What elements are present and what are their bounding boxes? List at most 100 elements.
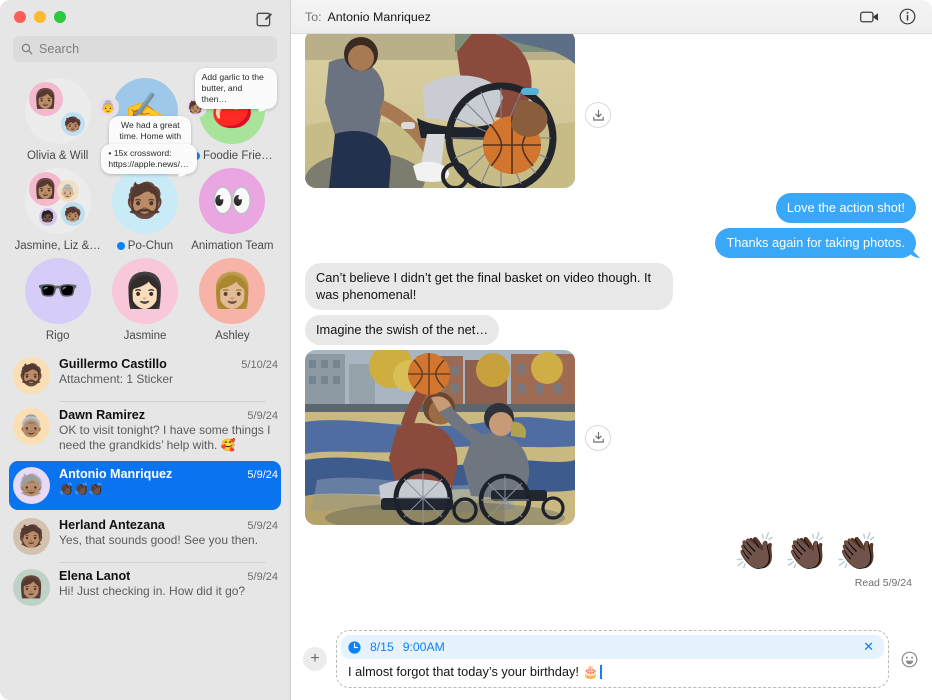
pinned-conversation-label: Olivia & Will [26, 150, 89, 162]
wheelchair-basketball-shot-photo[interactable] [305, 350, 575, 526]
unread-indicator [116, 242, 125, 250]
pinned-conversation-4[interactable]: 👩🏽 🧒🏽 👵🏼 🧑🏿 Jasmine, Liz &… [14, 168, 101, 252]
message-row-outgoing-1: Love the action shot! [305, 193, 916, 224]
search-placeholder: Search [39, 42, 80, 56]
message-input-shell[interactable]: 8/15 9:00AM ✕ I almost forgot that today… [336, 630, 889, 688]
pinned-conversation-6[interactable]: 👀 Animation Team [189, 168, 276, 252]
pinned-conversation-label: Jasmine [123, 330, 167, 342]
search-icon [21, 43, 33, 55]
clap-sticker[interactable]: 👏🏿 [734, 534, 779, 570]
message-row-outgoing-2: Thanks again for taking photos. [305, 228, 916, 259]
avatar: 👩🏽 [13, 569, 50, 607]
clap-sticker[interactable]: 👏🏿 [835, 534, 880, 570]
pinned-conversation-label: Animation Team [191, 240, 274, 252]
conversation-list-item[interactable]: 🧔🏽 Guillermo Castillo 5/10/24 Attachment: 1… [0, 350, 290, 401]
conversation-preview: Yes, that sounds good! See you then. [59, 533, 259, 548]
pinned-conversation-label: Ashley [215, 330, 250, 342]
conversation-pane: To: Antonio Manriquez Love the action sh… [291, 0, 932, 700]
conversation-header: To: Antonio Manriquez [291, 0, 932, 34]
conversation-preview: Attachment: 1 Sticker [59, 372, 174, 386]
pinned-conversation-label: Foodie Frie… [191, 150, 273, 162]
recipient-name[interactable]: Antonio Manriquez [328, 10, 431, 24]
conversation-date: 5/9/24 [247, 410, 278, 422]
download-icon[interactable] [585, 424, 611, 451]
pinned-conversation-label: Rigo [45, 330, 70, 342]
text-caret [600, 665, 603, 679]
video-camera-icon[interactable] [858, 6, 880, 28]
message-preview-tooltip: • 15x crossword: https://apple.news/… [101, 144, 198, 174]
close-button[interactable] [14, 11, 26, 23]
avatar: 👵🏽 [13, 408, 50, 445]
zoom-button[interactable] [54, 11, 66, 23]
conversation-date: 5/9/24 [247, 469, 278, 482]
compose-icon[interactable] [254, 8, 274, 28]
window-title-bar [0, 0, 290, 34]
read-receipt: Read 5/9/24 [854, 577, 912, 590]
search-input[interactable]: Search [13, 36, 277, 62]
message-composer: + 8/15 9:00AM ✕ I almost forgot that tod… [291, 622, 932, 700]
message-bubble[interactable]: Love the action shot! [775, 193, 916, 224]
suggestion-date: 8/15 [370, 640, 394, 654]
sidebar: Search 👩🏽 🧒🏽 Olivia & Will ✍️ 👵 We had a grea… [0, 0, 291, 700]
message-row-photo-2 [305, 350, 916, 526]
avatar: 🧔🏽 [13, 357, 50, 394]
suggestion-time: 9:00AM [402, 640, 445, 654]
conversation-date: 5/9/24 [247, 571, 278, 584]
message-input-text: I almost forgot that today’s your birthd… [348, 664, 599, 679]
message-row-incoming-1: Can’t believe I didn’t get the final bas… [305, 263, 916, 311]
pinned-conversation-label: Po-Chun [116, 240, 173, 252]
conversation-list-item[interactable]: 👵🏽 Dawn Ramirez 5/9/24 OK to visit tonight?… [0, 400, 290, 460]
smiley-icon[interactable] [898, 648, 920, 670]
avatar: 🧓🏽 [13, 467, 50, 505]
avatar: 👩🏻 [111, 258, 178, 324]
pinned-conversations: 👩🏽 🧒🏽 Olivia & Will ✍️ 👵 We had a great time.… [0, 68, 290, 346]
message-bubble[interactable]: Can’t believe I didn’t get the final bas… [305, 263, 673, 311]
wheelchair-basketball-dribble-photo[interactable] [305, 34, 575, 188]
conversation-name: Guillermo Castillo [59, 357, 167, 371]
avatar: 🕶️ [24, 258, 91, 324]
info-icon[interactable] [896, 6, 918, 28]
pinned-conversation-label: Jasmine, Liz &… [14, 240, 101, 252]
pinned-conversation-8[interactable]: 👩🏻 Jasmine [101, 258, 188, 342]
conversation-name: Elena Lanot [59, 569, 131, 584]
message-input[interactable]: I almost forgot that today’s your birthd… [341, 660, 884, 683]
clap-sticker[interactable]: 👏🏿 [784, 534, 829, 570]
conversation-preview: Hi! Just checking in. How did it go? [59, 584, 246, 599]
avatar: 👩🏽 🧒🏽 👵🏼 🧑🏿 [24, 168, 91, 234]
message-row-photo-1 [305, 34, 916, 188]
conversation-list-item[interactable]: 🧑🏽 Herland Antezana 5/9/24 Yes, that sounds… [0, 511, 290, 562]
avatar: 👩🏼 [199, 258, 266, 324]
conversation-name: Herland Antezana [59, 518, 165, 533]
messages-window: Search 👩🏽 🧒🏽 Olivia & Will ✍️ 👵 We had a grea… [0, 0, 932, 700]
dismiss-suggestion-button[interactable]: ✕ [863, 639, 876, 655]
conversation-date: 5/9/24 [247, 520, 278, 533]
minimize-button[interactable] [34, 11, 46, 23]
pinned-conversation-5[interactable]: 🧔🏽 • 15x crossword: https://apple.news/… P… [101, 144, 198, 252]
conversation-preview: OK to visit tonight? I have some things … [59, 423, 271, 453]
pinned-conversation-1[interactable]: 👩🏽 🧒🏽 Olivia & Will [14, 78, 101, 162]
message-row-incoming-2: Imagine the swish of the net… [305, 315, 916, 346]
avatar: 🧔🏽 [111, 168, 178, 234]
to-label: To: [305, 9, 322, 24]
avatar: 👀 [199, 168, 266, 234]
message-bubble[interactable]: Imagine the swish of the net… [305, 315, 500, 346]
conversation-name: Dawn Ramirez [59, 408, 146, 422]
clock-icon [348, 640, 361, 654]
message-preview-tooltip: Add garlic to the butter, and then… [194, 68, 277, 109]
avatar: 🧑🏽 [13, 518, 50, 556]
download-icon[interactable] [585, 102, 611, 128]
search-container: Search [0, 34, 290, 72]
avatar: 👩🏽 🧒🏽 [24, 78, 91, 144]
conversation-date: 5/10/24 [241, 359, 278, 371]
message-bubble[interactable]: Thanks again for taking photos. [715, 228, 916, 259]
conversation-list-item[interactable]: 🧓🏽 Antonio Manriquez 5/9/24 👏🏿👏🏿👏🏿 [0, 460, 290, 511]
pinned-conversation-7[interactable]: 🕶️ Rigo [14, 258, 101, 342]
pinned-conversation-3[interactable]: 🍅 🧑🏽 Add garlic to the butter, and then… Fo… [184, 68, 277, 162]
message-thread: Love the action shot! Thanks again for t… [291, 34, 932, 622]
datetime-suggestion[interactable]: 8/15 9:00AM ✕ [341, 635, 884, 659]
conversation-preview: 👏🏿👏🏿👏🏿 [59, 482, 104, 497]
conversation-list-item[interactable]: 👩🏽 Elena Lanot 5/9/24 Hi! Just checking in.… [0, 562, 290, 613]
pinned-conversation-9[interactable]: 👩🏼 Ashley [189, 258, 276, 342]
add-attachment-button[interactable]: + [303, 647, 327, 671]
conversation-list: 🧔🏽 Guillermo Castillo 5/10/24 Attachment: 1… [0, 346, 290, 700]
